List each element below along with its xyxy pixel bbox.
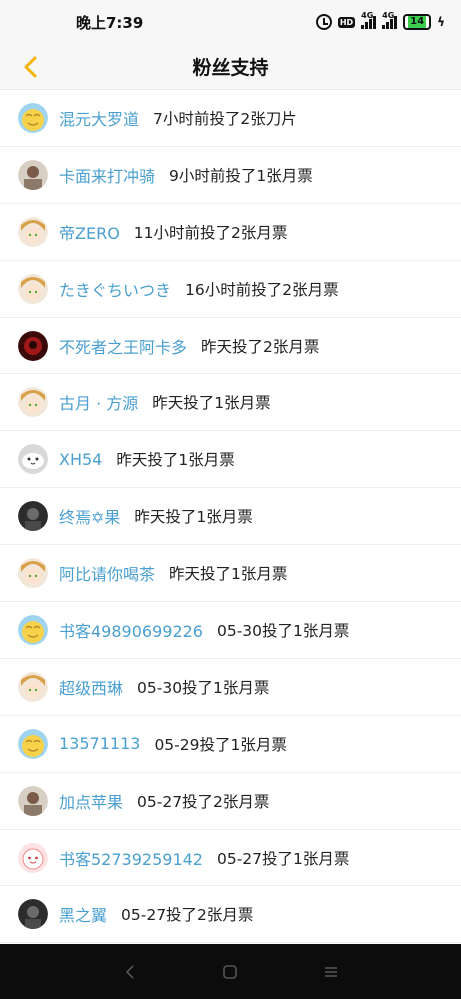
avatar[interactable]: [18, 387, 48, 418]
avatar[interactable]: [18, 614, 48, 645]
red-dark-avatar-icon: [18, 330, 48, 361]
vote-description: 昨天投了1张月票: [134, 508, 253, 527]
anime-avatar-icon: [18, 216, 48, 247]
page-title: 粉丝支持: [192, 57, 269, 79]
supporter-name[interactable]: 帝ZERO: [59, 220, 120, 244]
supporter-name[interactable]: 阿比请你喝茶: [59, 561, 155, 585]
supporter-row[interactable]: 13571113 05-29投了1张月票: [0, 715, 461, 773]
supporter-row[interactable]: 超级西琳 05-30投了1张月票: [0, 658, 461, 716]
vote-description: 11小时前投了2张月票: [133, 223, 288, 242]
nav-menu-button[interactable]: [311, 952, 351, 992]
nav-home-button[interactable]: [210, 952, 250, 992]
network-label: 4G: [361, 11, 374, 20]
supporter-name[interactable]: XH54: [59, 450, 102, 469]
supporter-row[interactable]: 书客52739259142 05-27投了1张月票: [0, 829, 461, 887]
supporter-list: 混元大罗道 7小时前投了2张刀片卡面来打冲骑 9小时前投了1张月票帝ZERO 11小时…: [0, 90, 461, 944]
supporter-name[interactable]: 书客52739259142: [59, 846, 203, 870]
vote-description: 7小时前投了2张刀片: [153, 109, 297, 128]
home-square-icon: [223, 964, 238, 979]
dark-photo-avatar-icon: [18, 899, 48, 930]
vote-description: 昨天投了1张月票: [169, 565, 288, 584]
network-label: 4G: [382, 11, 395, 20]
hd-icon: HD: [337, 16, 356, 28]
status-icons: HD 4G 4G 14 ϟ: [315, 11, 445, 30]
supporter-name[interactable]: 黑之翼: [59, 902, 107, 926]
vote-description: 昨天投了1张月票: [116, 451, 235, 470]
vote-description: 05-27投了2张月票: [121, 906, 254, 925]
cat-avatar-icon: [18, 444, 48, 475]
vote-description: 05-27投了2张月票: [137, 792, 270, 811]
back-triangle-icon: [126, 964, 134, 979]
avatar[interactable]: [18, 785, 48, 816]
supporter-row[interactable]: 帝ZERO 11小时前投了2张月票: [0, 203, 461, 261]
supporter-row[interactable]: 加点苹果 05-27投了2张月票: [0, 772, 461, 830]
status-time: 晚上7:39: [76, 13, 144, 32]
supporter-row[interactable]: たきぐちいつき 16小时前投了2张月票: [0, 260, 461, 318]
menu-lines-icon: [324, 966, 337, 977]
system-nav-bar: [0, 944, 461, 999]
supporter-row[interactable]: 卡面来打冲骑 9小时前投了1张月票: [0, 146, 461, 204]
status-bar: 晚上7:39 HD 4G 4G 14 ϟ: [0, 0, 461, 44]
nav-back-button[interactable]: [110, 952, 150, 992]
signal-icon: 4G: [382, 11, 398, 29]
anime-avatar-icon: [18, 387, 48, 418]
supporter-name[interactable]: 加点苹果: [59, 789, 123, 813]
photo-avatar-icon: [18, 785, 48, 816]
supporter-row[interactable]: 混元大罗道 7小时前投了2张刀片: [0, 90, 461, 147]
pink-cartoon-avatar-icon: [18, 842, 48, 873]
vote-description: 05-30投了1张月票: [137, 678, 270, 697]
supporter-name[interactable]: 超级西琳: [59, 675, 123, 699]
avatar[interactable]: [18, 558, 48, 589]
supporter-name[interactable]: 13571113: [59, 734, 140, 753]
charging-icon: ϟ: [437, 15, 445, 29]
vote-description: 05-29投了1张月票: [154, 735, 287, 754]
default-yellow-avatar-icon: [18, 102, 48, 133]
supporter-row[interactable]: 古月 · 方源 昨天投了1张月票: [0, 374, 461, 432]
supporter-row[interactable]: 黑之翼 05-27投了2张月票: [0, 886, 461, 944]
avatar[interactable]: [18, 899, 48, 930]
supporter-name[interactable]: 书客49890699226: [59, 618, 203, 642]
avatar[interactable]: [18, 501, 48, 532]
avatar[interactable]: [18, 728, 48, 759]
vote-description: 16小时前投了2张月票: [185, 280, 339, 299]
avatar[interactable]: [18, 216, 48, 247]
supporter-name[interactable]: 卡面来打冲骑: [59, 163, 155, 187]
supporter-name[interactable]: 古月 · 方源: [59, 390, 138, 414]
supporter-name[interactable]: 混元大罗道: [59, 106, 139, 130]
supporter-row[interactable]: XH54 昨天投了1张月票: [0, 431, 461, 489]
anime-avatar-icon: [18, 273, 48, 304]
vote-description: 昨天投了2张月票: [201, 337, 320, 356]
signal-icon: 4G: [361, 11, 377, 29]
anime-avatar-icon: [18, 671, 48, 702]
avatar[interactable]: [18, 330, 48, 361]
avatar[interactable]: [18, 273, 48, 304]
photo-avatar-icon: [18, 159, 48, 190]
supporter-row[interactable]: 终焉✡果 昨天投了1张月票: [0, 488, 461, 546]
avatar[interactable]: [18, 102, 48, 133]
vote-description: 昨天投了1张月票: [152, 394, 271, 413]
supporter-name[interactable]: たきぐちいつき: [59, 277, 171, 301]
supporter-name[interactable]: 不死者之王阿卡多: [59, 334, 187, 358]
default-yellow-avatar-icon: [18, 614, 48, 645]
chevron-left-icon: [24, 56, 37, 78]
avatar[interactable]: [18, 842, 48, 873]
supporter-name[interactable]: 终焉✡果: [59, 504, 120, 528]
vote-description: 9小时前投了1张月票: [169, 166, 313, 185]
vote-description: 05-27投了1张月票: [216, 849, 350, 868]
header: 粉丝支持: [0, 44, 461, 90]
supporter-row[interactable]: 书客49890699226 05-30投了1张月票: [0, 602, 461, 659]
alarm-icon: [315, 14, 332, 30]
default-yellow-avatar-icon: [18, 728, 48, 759]
battery-icon: 14: [403, 14, 432, 30]
avatar[interactable]: [18, 671, 48, 702]
avatar[interactable]: [18, 159, 48, 190]
back-button[interactable]: [18, 54, 42, 80]
vote-description: 05-30投了1张月票: [216, 621, 350, 640]
supporter-row[interactable]: 阿比请你喝茶 昨天投了1张月票: [0, 545, 461, 603]
battery-level: 14: [408, 16, 427, 28]
dark-photo-avatar-icon: [18, 501, 48, 532]
avatar[interactable]: [18, 444, 48, 475]
supporter-row[interactable]: 不死者之王阿卡多 昨天投了2张月票: [0, 317, 461, 375]
anime-avatar-icon: [18, 558, 48, 589]
